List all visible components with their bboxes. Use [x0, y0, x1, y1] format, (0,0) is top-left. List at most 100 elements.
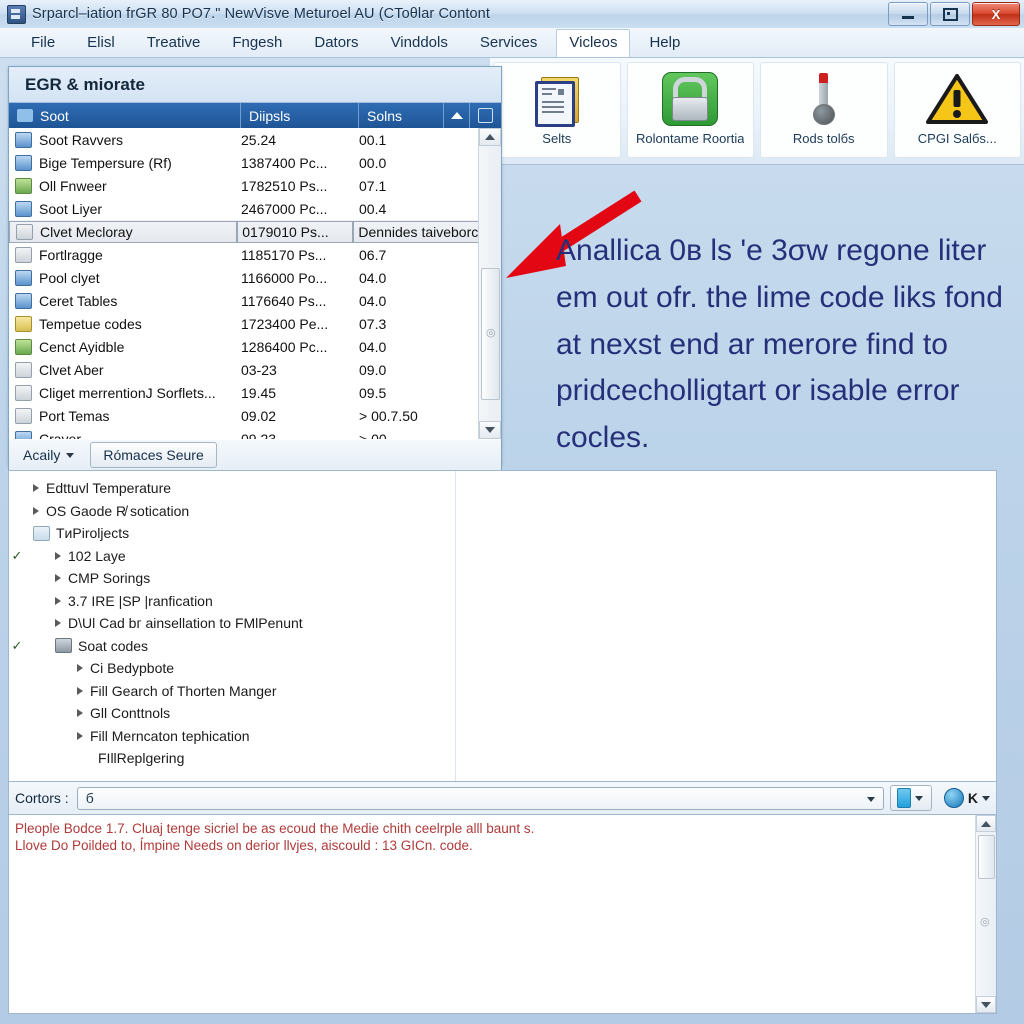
log-scroll-down-button[interactable] [976, 996, 996, 1013]
row-status-icon [15, 407, 32, 424]
window-title: Srparcl–iation frGR 80 PO7." NewVisve Me… [32, 6, 490, 22]
expander-arrow-icon[interactable] [55, 551, 61, 560]
globe-help-button[interactable]: K [938, 785, 996, 811]
table-row[interactable]: Port Temas 09.02 > 00.7.50 [9, 404, 501, 427]
cortors-combobox[interactable]: б [76, 786, 884, 810]
menu-item-fngesh[interactable]: Fngesh [219, 29, 295, 57]
tree-node[interactable]: TиPiroljects [9, 522, 996, 545]
row-status-icon [15, 338, 32, 355]
tree-node[interactable]: Fill Merncaton tephication [9, 725, 996, 748]
row-label: Pool clyet [39, 269, 100, 286]
table-row[interactable]: Bige Tempersure (Rf) 1387400 Pc... 00.0 [9, 151, 501, 174]
tree-node[interactable]: FIllReplgering [9, 747, 996, 770]
cell-name: Bige Tempersure (Rf) [9, 154, 241, 171]
expander-arrow-icon[interactable] [33, 484, 39, 493]
tree-node[interactable]: Gll Conttnols [9, 702, 996, 725]
log-vertical-scrollbar[interactable]: ◎ [975, 815, 996, 1013]
sort-indicator-button[interactable] [444, 103, 470, 128]
cell-diipsls: 1782510 Ps... [241, 177, 328, 194]
ribbon-group-selts[interactable]: Selts [493, 62, 621, 158]
ribbon-group-cpgi[interactable]: CPGI Salбs... [893, 62, 1021, 158]
table-row[interactable]: Soot Ravvers 25.24 00.1 [9, 128, 501, 151]
cell-diipsls: 1185170 Ps... [241, 246, 327, 263]
table-row[interactable]: Pool clyet 1166000 Po... 04.0 [9, 266, 501, 289]
cell-solns: 00.4 [359, 200, 387, 217]
cell-name: Ceret Tables [9, 292, 241, 309]
expander-arrow-icon[interactable] [77, 709, 83, 718]
table-row[interactable]: Clvet Aber 03-23 09.0 [9, 358, 501, 381]
minimize-button[interactable] [888, 2, 928, 26]
tree-node[interactable]: Ci Bedypbote [9, 657, 996, 680]
table-row[interactable]: Soot Liyer 2467000 Pc... 00.4 [9, 197, 501, 220]
table-row[interactable]: Clvet Mecloray 0179010 Ps... Dennides taiv… [9, 220, 501, 243]
tree-node-label: Gll Conttnols [90, 705, 171, 722]
expander-arrow-icon[interactable] [55, 619, 61, 628]
tree-panel: Edttuvl Temperature OS Gaode R̸ ѕoticatio… [8, 470, 997, 782]
log-line: Llove Do Poilded to, Í́mpine Needs on d… [15, 838, 473, 853]
expander-arrow-icon[interactable] [77, 686, 83, 695]
tree-node[interactable]: D\Ul Cad bг ainsellation to FMlPenunt [9, 612, 996, 635]
row-status-icon [15, 361, 32, 378]
tree-node-label: OS Gaode R̸ ѕotication [46, 502, 190, 519]
tree-node[interactable]: 3.7 IRE |SP |ranfication [9, 590, 996, 613]
tree-node[interactable]: Fill Gearch of Thorten Manger [9, 680, 996, 703]
close-button[interactable]: X [972, 2, 1020, 26]
column-header-diipsls[interactable]: Diipsls [241, 103, 359, 128]
menu-item-treative[interactable]: Treative [134, 29, 214, 57]
table-row[interactable]: Fortlragge 1185170 Ps... 06.7 [9, 243, 501, 266]
pill-split-button[interactable] [889, 785, 932, 811]
table-row[interactable]: Craver 09.23 > 00 [9, 427, 501, 439]
table-row[interactable]: Cenct Ayidble 1286400 Pc... 04.0 [9, 335, 501, 358]
table-row[interactable]: Cliget merrentionJ Sorflets... 19.45 09.5 [9, 381, 501, 404]
romaces-seure-button[interactable]: Rómaces Seure [90, 442, 217, 468]
title-bar: Srparcl–iation frGR 80 PO7." NewVisve Me… [0, 0, 1024, 29]
cell-solns: 00.0 [359, 154, 387, 171]
log-scrollbar-thumb[interactable] [978, 835, 995, 879]
tree-node[interactable]: ✓ 102 Laye [9, 545, 996, 568]
expander-arrow-icon[interactable] [55, 596, 61, 605]
cell-diipsls: 1166000 Po... [241, 269, 328, 286]
tree-node[interactable]: OS Gaode R̸ ѕotication [9, 500, 996, 523]
table-row[interactable]: Ceret Tables 1176640 Ps... 04.0 [9, 289, 501, 312]
expander-arrow-icon[interactable] [77, 731, 83, 740]
expander-arrow-icon[interactable] [33, 506, 39, 515]
column-chooser-icon [478, 108, 493, 123]
tree-node[interactable]: CMP Ѕorings [9, 567, 996, 590]
scroll-down-button[interactable] [479, 421, 501, 439]
table-row[interactable]: Tempetue codes 1723400 Pe... 07.3 [9, 312, 501, 335]
cell-name: Soot Liyer [9, 200, 241, 217]
application-window: Srparcl–iation frGR 80 PO7." NewVisve Me… [0, 0, 1024, 1024]
menu-item-elisl[interactable]: Elisl [74, 29, 128, 57]
list-sub-toolbar: Acaily Rómaces Seure [8, 440, 502, 470]
menu-item-file[interactable]: File [18, 29, 68, 57]
scroll-up-button[interactable] [479, 128, 501, 146]
cell-name: Craver [9, 430, 241, 439]
column-header-label-2: Solns [367, 107, 403, 124]
maximize-button[interactable] [930, 2, 970, 26]
grid-header-row: Soot Diipsls Solns [9, 103, 501, 128]
ribbon-label-cpgi: CPGI Salбs... [917, 131, 997, 146]
row-label: Cenct Ayidble [39, 338, 125, 355]
ribbon-group-rods[interactable]: Rods tolбs [760, 62, 888, 158]
row-status-icon [15, 384, 32, 401]
tree-node[interactable]: ✓ Soаt codes [9, 635, 996, 658]
log-scroll-up-button[interactable] [976, 815, 996, 832]
tree-node-label: Fill Merncaton tephication [90, 727, 250, 744]
menu-item-vicleos[interactable]: Vicleos [556, 28, 631, 57]
table-row[interactable]: Oll Fnweer 1782510 Ps... 07.1 [9, 174, 501, 197]
column-header-soot[interactable]: Soot [9, 103, 241, 128]
data-grid-panel: EGR & miorate Soot Diipsls Solns Soot Ra… [8, 66, 502, 466]
column-header-solns[interactable]: Solns [359, 103, 444, 128]
tree-node[interactable]: Edttuvl Temperature [9, 477, 996, 500]
menu-item-services[interactable]: Services [467, 29, 551, 57]
menu-item-vinddols[interactable]: Vinddols [378, 29, 461, 57]
menu-item-dators[interactable]: Dators [301, 29, 371, 57]
expander-arrow-icon[interactable] [77, 664, 83, 673]
column-chooser-button[interactable] [470, 103, 501, 128]
acaily-dropdown[interactable]: Acaily [17, 444, 80, 466]
ribbon-label-rolontame: Rolontame Roortiа [636, 131, 745, 146]
ribbon-group-rolontame[interactable]: Rolontame Roortiа [626, 62, 754, 158]
expander-arrow-icon[interactable] [55, 574, 61, 583]
menu-item-help[interactable]: Help [636, 29, 693, 57]
chevron-up-icon [485, 134, 495, 140]
